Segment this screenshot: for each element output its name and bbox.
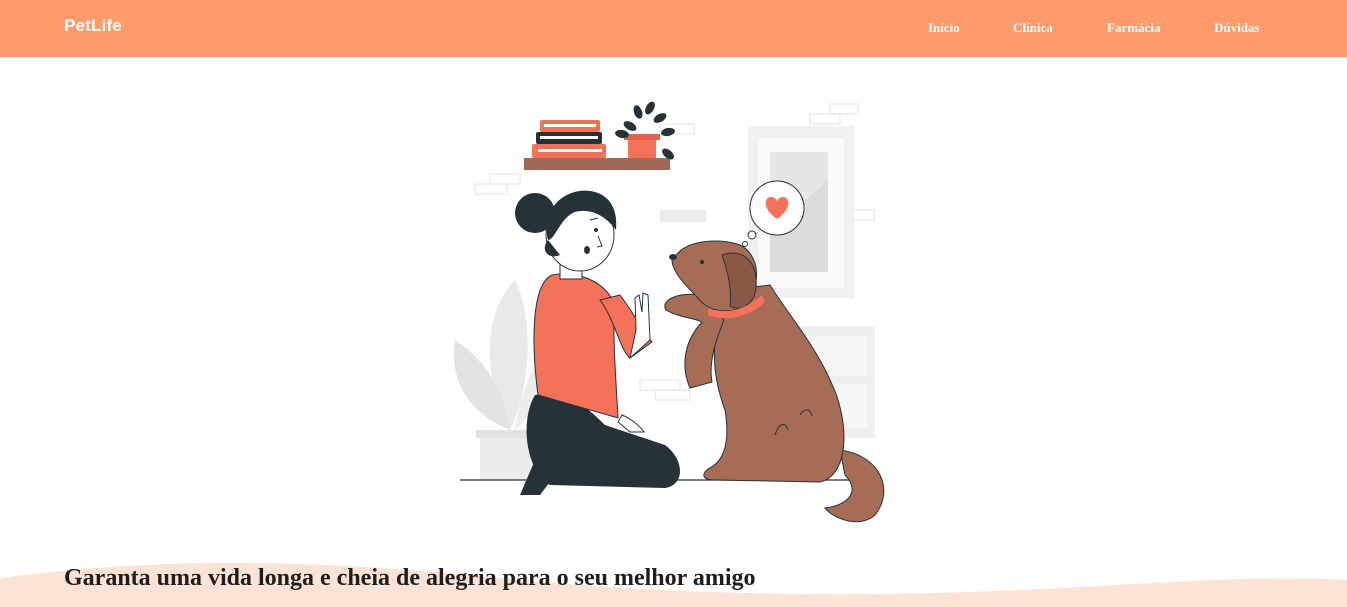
navbar: PetLife Início Clínica Farmácia Dúvidas: [0, 0, 1347, 57]
hero-illustration: [453, 101, 885, 523]
hero-headline: Garanta uma vida longa e cheia de alegri…: [64, 565, 756, 591]
brand-logo[interactable]: PetLife: [64, 16, 122, 36]
nav-link-duvidas[interactable]: Dúvidas: [1214, 20, 1260, 36]
woman-figure: [515, 190, 680, 495]
nav-link-farmacia[interactable]: Farmácia: [1107, 20, 1160, 36]
wall-brick-solid: [660, 210, 706, 222]
nav-link-inicio[interactable]: Início: [928, 20, 960, 36]
wall-shelf: [524, 101, 675, 170]
nav-link-clinica[interactable]: Clínica: [1013, 20, 1053, 36]
